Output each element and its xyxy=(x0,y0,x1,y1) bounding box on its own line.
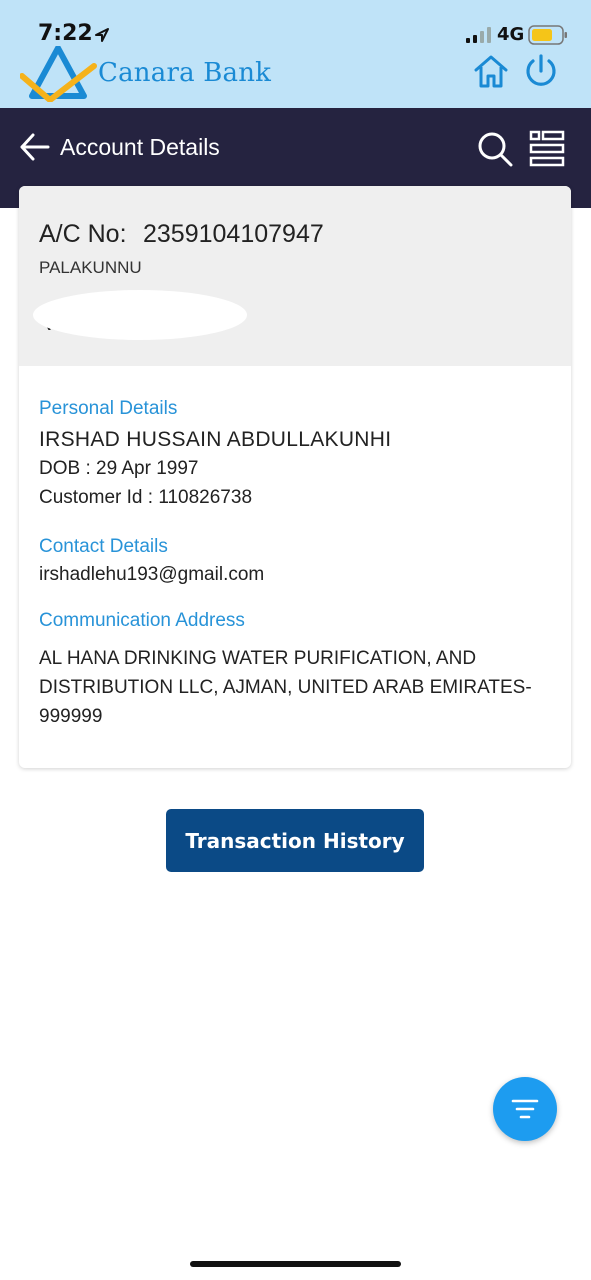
account-card: A/C No: 2359104107947 PALAKUNNU ₹ Person… xyxy=(19,186,571,768)
personal-details-title: Personal Details xyxy=(39,398,178,419)
account-number-label: A/C No: xyxy=(39,220,127,248)
filter-fab[interactable] xyxy=(493,1077,557,1141)
filter-list-icon xyxy=(511,1099,539,1119)
redacted-balance xyxy=(33,290,247,340)
network-type: 4G xyxy=(497,24,525,45)
page-title: Account Details xyxy=(60,134,220,160)
email-address: irshadlehu193@gmail.com xyxy=(39,564,265,585)
account-number: 2359104107947 xyxy=(143,220,324,248)
menu-grid-icon[interactable] xyxy=(528,130,566,168)
signal-icon xyxy=(466,27,491,43)
power-icon[interactable] xyxy=(522,52,560,90)
communication-address-title: Communication Address xyxy=(39,610,245,631)
customer-id: Customer Id : 110826738 xyxy=(39,487,253,508)
back-arrow-icon[interactable] xyxy=(18,130,52,164)
customer-name: IRSHAD HUSSAIN ABDULLAKUNHI xyxy=(39,428,392,451)
communication-address: AL HANA DRINKING WATER PURIFICATION, AND… xyxy=(39,648,532,727)
search-icon[interactable] xyxy=(476,130,514,168)
home-indicator[interactable] xyxy=(190,1261,401,1267)
battery-icon xyxy=(528,25,567,45)
date-of-birth: DOB : 29 Apr 1997 xyxy=(39,458,199,479)
status-time: 7:22 xyxy=(38,21,93,46)
location-arrow-icon xyxy=(95,28,109,42)
branch-name: PALAKUNNU xyxy=(39,258,142,277)
home-icon[interactable] xyxy=(472,52,510,90)
brand-name: Canara Bank xyxy=(98,58,272,88)
canara-logo-icon xyxy=(20,46,97,102)
transaction-history-button[interactable]: Transaction History xyxy=(166,809,424,872)
account-summary: A/C No: 2359104107947 PALAKUNNU ₹ xyxy=(19,186,571,366)
contact-details-title: Contact Details xyxy=(39,536,168,557)
